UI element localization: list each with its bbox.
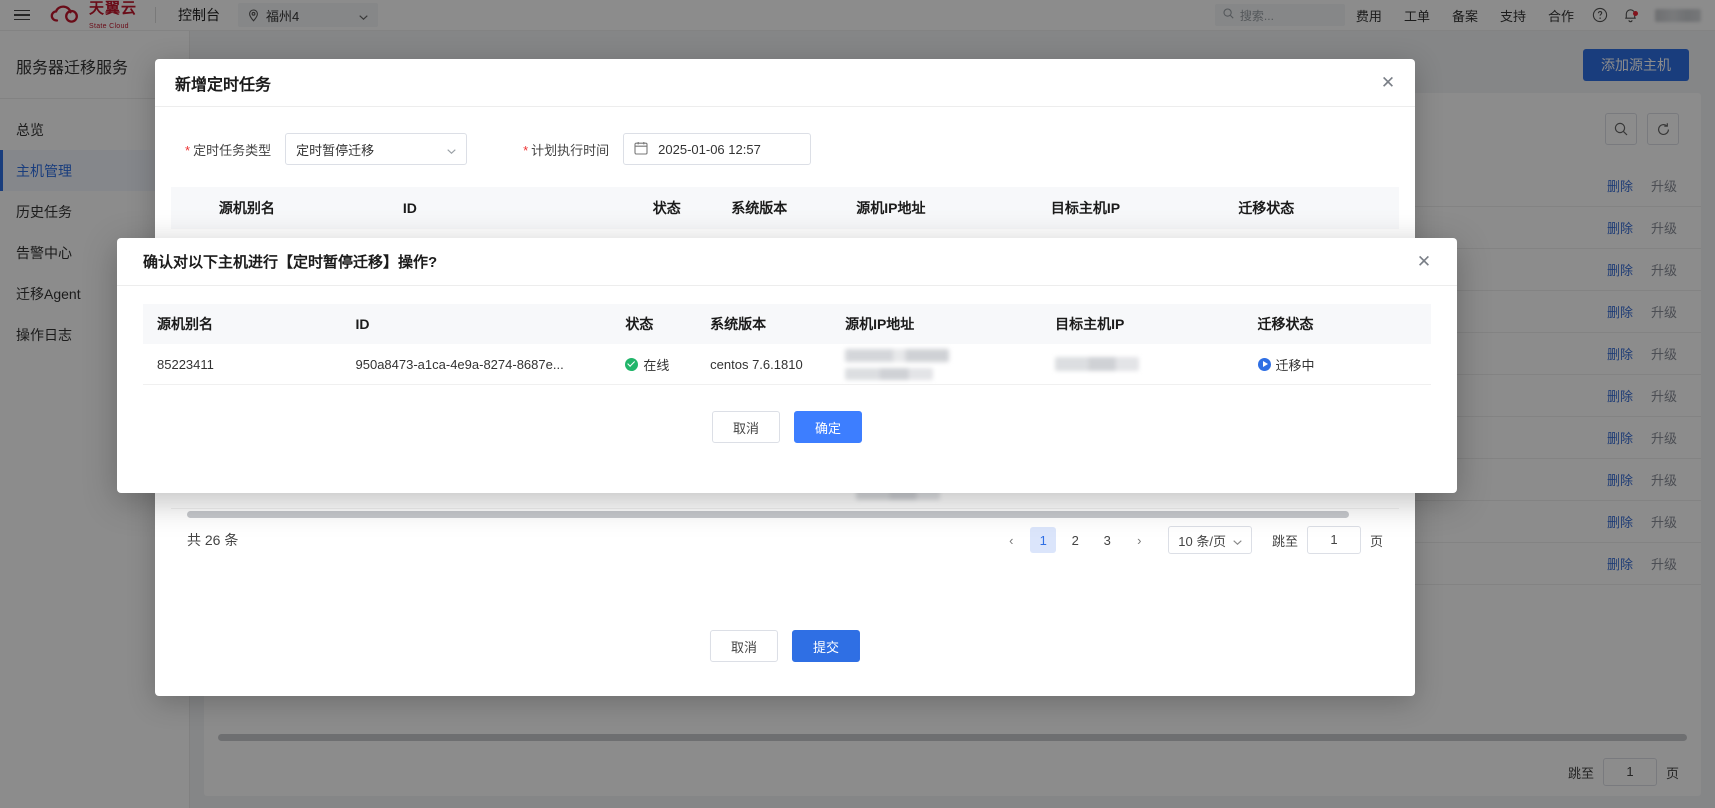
prev-page-button[interactable]: ‹	[998, 527, 1024, 553]
cell-source-ip	[845, 348, 1055, 380]
column-header-source-ip: 源机IP地址	[856, 200, 926, 216]
calendar-icon	[634, 141, 648, 158]
column-header-migration-state: 迁移状态	[1257, 316, 1314, 332]
column-header-source-ip: 源机IP地址	[845, 316, 915, 332]
page-button-3[interactable]: 3	[1094, 527, 1120, 553]
page-jumper: 跳至 1 页	[1272, 526, 1383, 554]
task-type-select[interactable]: 定时暂停迁移	[285, 133, 468, 165]
confirm-dialog-title: 确认对以下主机进行【定时暂停迁移】操作?	[143, 254, 438, 271]
migration-text: 迁移中	[1275, 357, 1315, 373]
column-header-state: 状态	[625, 316, 654, 332]
cell-dest-ip	[1055, 357, 1257, 371]
plan-time-value: 2025-01-06 12:57	[658, 141, 761, 157]
table-row: 85223411 950a8473-a1ca-4e9a-8274-8687e..…	[143, 344, 1431, 385]
column-header-alias: 源机别名	[218, 200, 275, 216]
column-header-alias: 源机别名	[157, 316, 213, 332]
confirm-dialog-header: 确认对以下主机进行【定时暂停迁移】操作? ✕	[117, 238, 1457, 286]
table-pagination-wrap: 共 26 条 ‹ 1 2 3 › 10 条/页 跳至 1 页	[187, 509, 1383, 554]
column-header-dest-ip: 目标主机IP	[1055, 316, 1125, 332]
status-badge: 在线	[625, 355, 669, 374]
app-root: 天翼云 State Cloud 控制台 福州4 搜索... 费用 工单 备案 支…	[0, 0, 1715, 808]
jump-page-input[interactable]: 1	[1306, 526, 1361, 554]
confirm-button[interactable]: 确定	[794, 411, 863, 443]
page-button-2[interactable]: 2	[1062, 527, 1088, 553]
cell-id: 950a8473-a1ca-4e9a-8274-8687e...	[355, 356, 564, 372]
close-icon[interactable]: ✕	[1377, 72, 1399, 94]
page-size-select[interactable]: 10 条/页	[1168, 526, 1252, 554]
required-marker: *	[185, 142, 191, 158]
cancel-button[interactable]: 取消	[709, 630, 778, 662]
confirm-operation-dialog: 确认对以下主机进行【定时暂停迁移】操作? ✕ 源机别名 ID 状态 系统版本 源…	[117, 238, 1457, 493]
scheduled-task-form: * 定时任务类型 定时暂停迁移 * 计划执行时间 2025-01-06 12:5…	[155, 107, 1415, 165]
cell-os: centos 7.6.1810	[710, 356, 803, 372]
horizontal-scrollbar[interactable]	[187, 511, 1349, 518]
column-header-dest-ip: 目标主机IP	[1050, 200, 1121, 216]
required-marker: *	[523, 142, 529, 158]
confirm-dialog-actions: 取消 确定	[117, 411, 1457, 443]
plan-time-datepicker[interactable]: 2025-01-06 12:57	[623, 133, 812, 165]
online-icon	[625, 357, 639, 371]
column-header-state: 状态	[652, 200, 681, 216]
pagination-bar: 共 26 条 ‹ 1 2 3 › 10 条/页 跳至 1 页	[187, 526, 1383, 554]
plan-time-label: 计划执行时间	[531, 142, 610, 158]
dialog-actions: 取消 提交	[709, 630, 861, 662]
cancel-button[interactable]: 取消	[711, 411, 780, 443]
total-count: 共 26 条	[187, 532, 239, 548]
dialog-header: 新增定时任务 ✕	[155, 59, 1415, 107]
confirm-host-table: 源机别名 ID 状态 系统版本 源机IP地址 目标主机IP 迁移状态 85223…	[143, 304, 1431, 385]
running-icon	[1257, 357, 1271, 371]
cell-alias: 85223411	[157, 356, 214, 372]
plan-time-label-wrap: * 计划执行时间	[523, 140, 609, 159]
column-header-id: ID	[402, 200, 417, 216]
column-header-os: 系统版本	[731, 200, 788, 216]
submit-button[interactable]: 提交	[792, 630, 861, 662]
column-header-migration-state: 迁移状态	[1238, 200, 1295, 216]
page-button-1[interactable]: 1	[1030, 527, 1057, 553]
dialog-title: 新增定时任务	[175, 76, 272, 94]
state-text: 在线	[643, 357, 670, 373]
page-size-value: 10 条/页	[1178, 533, 1226, 549]
next-page-button[interactable]: ›	[1126, 527, 1152, 553]
pager: ‹ 1 2 3 › 10 条/页 跳至 1 页	[998, 526, 1383, 554]
dialog-footer: 取消 提交	[155, 604, 1415, 696]
task-type-value: 定时暂停迁移	[296, 142, 375, 158]
table-header-row: 源机别名 ID 状态 系统版本 源机IP地址 目标主机IP 迁移状态	[171, 187, 1399, 229]
column-header-os: 系统版本	[710, 316, 767, 332]
cell-migration-state: 迁移中	[1257, 355, 1431, 374]
close-icon[interactable]: ✕	[1413, 251, 1435, 273]
column-header-id: ID	[355, 316, 370, 332]
task-type-label-wrap: * 定时任务类型	[185, 140, 271, 159]
jump-label-prefix: 跳至	[1271, 533, 1298, 549]
chevron-down-icon	[1233, 533, 1242, 548]
status-badge: 迁移中	[1257, 355, 1315, 374]
cell-state: 在线	[625, 354, 710, 374]
chevron-down-icon	[447, 142, 456, 157]
task-type-label: 定时任务类型	[193, 142, 272, 158]
jump-label-suffix: 页	[1369, 533, 1383, 549]
table-header-row: 源机别名 ID 状态 系统版本 源机IP地址 目标主机IP 迁移状态	[143, 304, 1431, 344]
